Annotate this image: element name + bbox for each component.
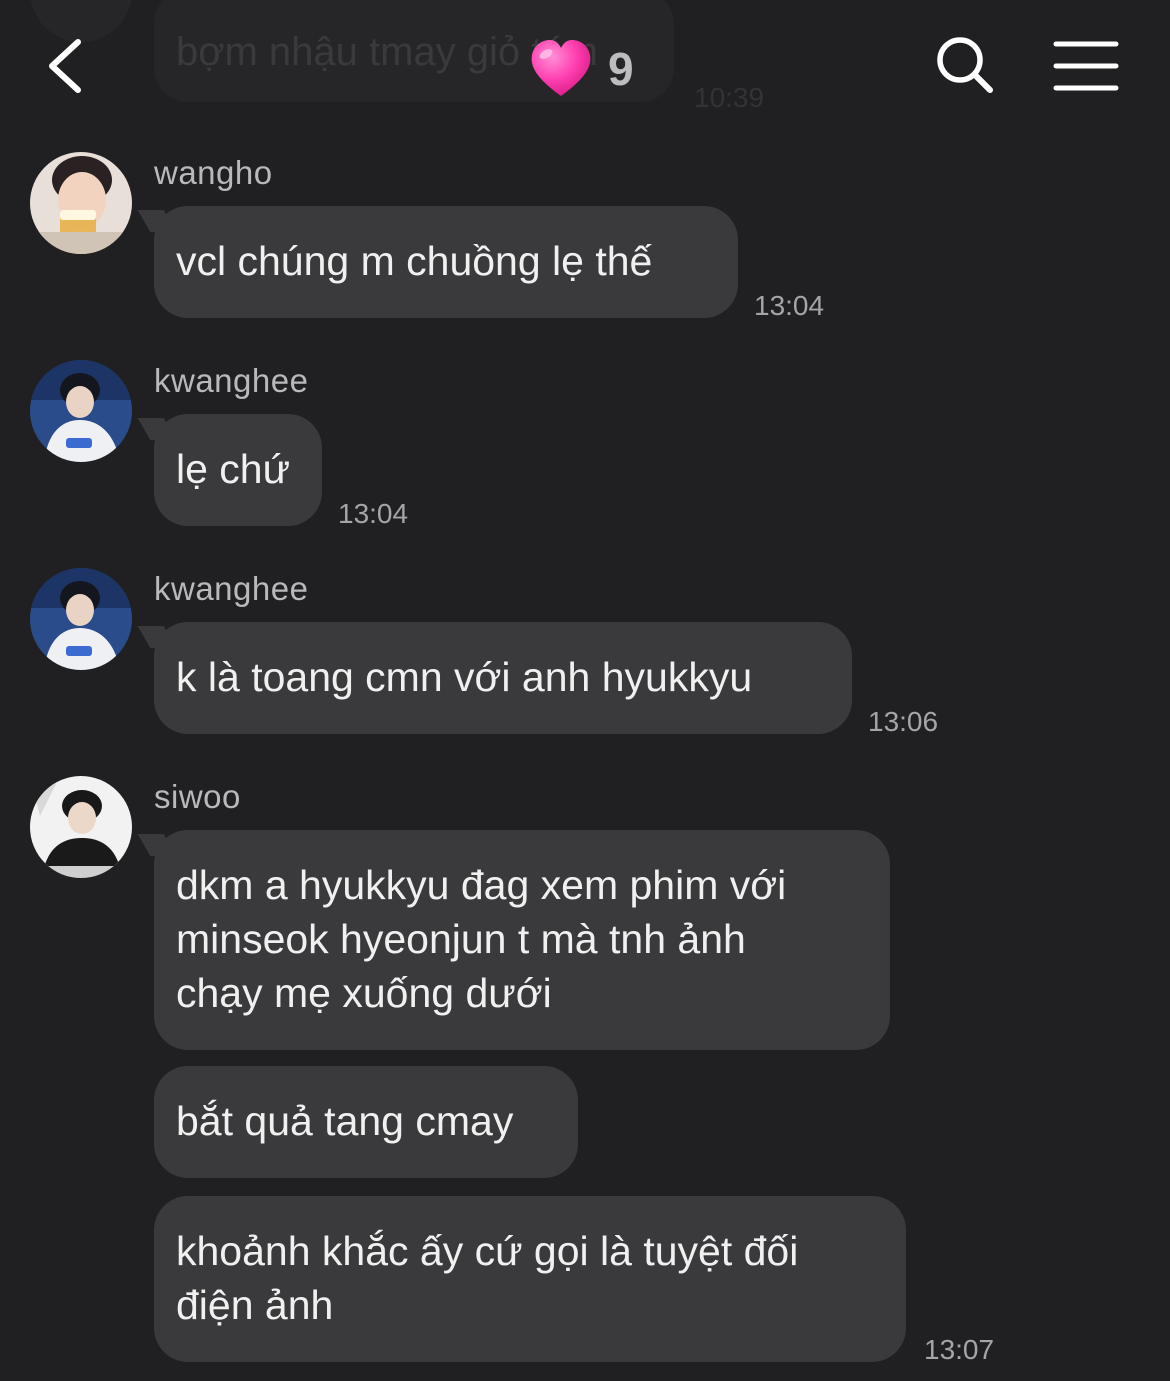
avatar-image xyxy=(30,776,132,878)
sender-name: kwanghee xyxy=(154,362,309,399)
message-bubble[interactable]: khoảnh khắc ấy cứ gọi là tuyệt đối điện … xyxy=(154,1196,906,1362)
avatar-image xyxy=(30,568,132,670)
avatar-image xyxy=(30,152,132,254)
search-icon xyxy=(937,37,993,93)
pink-heart-icon xyxy=(531,40,591,96)
message-bubble[interactable]: lẹ chứ xyxy=(154,414,322,526)
avatar-image xyxy=(30,360,132,462)
message-time: 13:04 xyxy=(754,290,825,321)
chat-title[interactable]: 9 xyxy=(528,34,634,104)
avatar-kwanghee[interactable] xyxy=(30,568,132,670)
message-bubble[interactable]: bắt quả tang cmay xyxy=(154,1066,578,1178)
back-button[interactable] xyxy=(36,32,100,102)
sender-name: siwoo xyxy=(154,778,241,815)
message-time: 13:06 xyxy=(868,706,939,737)
search-button[interactable] xyxy=(930,30,1000,100)
menu-button[interactable] xyxy=(1050,34,1122,98)
sender-name: wangho xyxy=(154,154,273,191)
chevron-left-icon xyxy=(49,39,81,93)
message-time: 13:04 xyxy=(338,498,409,529)
message-bubble[interactable]: dkm a hyukkyu đag xem phim với minseok h… xyxy=(154,830,890,1050)
avatar-wangho[interactable] xyxy=(30,152,132,254)
previous-message-time: 10:39 xyxy=(694,82,765,113)
hamburger-menu-icon xyxy=(1053,41,1119,91)
member-count: 9 xyxy=(608,43,634,95)
message-time: 13:07 xyxy=(924,1334,995,1365)
avatar-kwanghee[interactable] xyxy=(30,360,132,462)
avatar-siwoo[interactable] xyxy=(30,776,132,878)
message-bubble[interactable]: k là toang cmn với anh hyukkyu xyxy=(154,622,852,734)
sender-name: kwanghee xyxy=(154,570,309,607)
message-bubble[interactable]: vcl chúng m chuồng lẹ thế xyxy=(154,206,738,318)
